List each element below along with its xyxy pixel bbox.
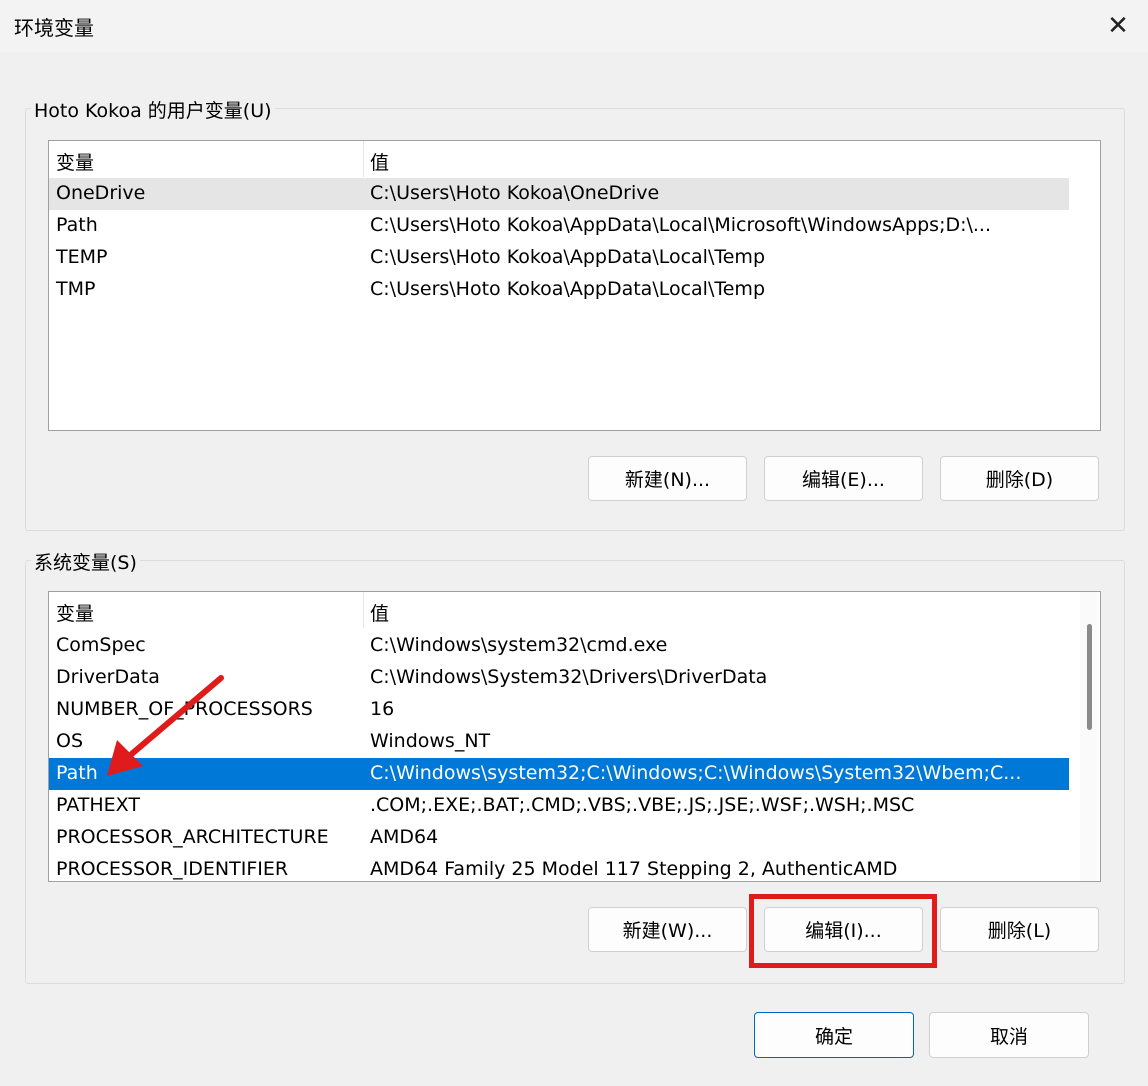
table-row[interactable]: OneDrive C:\Users\Hoto Kokoa\OneDrive [49,178,1069,210]
system-vars-label: 系统变量(S) [31,548,140,575]
annotation-highlight-box [749,894,937,968]
title-bar: 环境变量 ✕ [0,0,1148,52]
var-value: C:\Windows\System32\Drivers\DriverData [370,666,768,688]
var-name: PROCESSOR_ARCHITECTURE [56,826,329,848]
col-header-name[interactable]: 变量 [56,148,94,175]
table-row[interactable]: ComSpec C:\Windows\system32\cmd.exe [49,630,1069,662]
var-value: C:\Users\Hoto Kokoa\AppData\Local\Temp [370,278,766,300]
var-name: ComSpec [56,634,146,656]
system-vars-header: 变量 值 [49,592,1069,628]
col-header-name[interactable]: 变量 [56,599,94,626]
var-value: C:\Windows\system32\cmd.exe [370,634,668,656]
var-name: Path [56,762,98,784]
var-value: C:\Users\Hoto Kokoa\AppData\Local\Temp [370,246,766,268]
var-value: C:\Windows\system32;C:\Windows;C:\Window… [370,762,1022,784]
var-name: TEMP [56,246,108,268]
table-row[interactable]: TEMP C:\Users\Hoto Kokoa\AppData\Local\T… [49,242,1069,274]
user-new-button[interactable]: 新建(N)... [588,456,747,501]
user-delete-button[interactable]: 删除(D) [940,456,1099,501]
var-value: AMD64 [370,826,439,848]
user-edit-button[interactable]: 编辑(E)... [764,456,923,501]
var-value: C:\Users\Hoto Kokoa\OneDrive [370,182,660,204]
var-value: C:\Users\Hoto Kokoa\AppData\Local\Micros… [370,214,992,236]
annotation-arrow-icon [107,675,224,776]
system-delete-button[interactable]: 删除(L) [940,907,1099,952]
column-divider[interactable] [363,592,364,628]
window-title: 环境变量 [14,16,94,40]
var-name: Path [56,214,98,236]
table-row[interactable]: Path C:\Users\Hoto Kokoa\AppData\Local\M… [49,210,1069,242]
table-row[interactable]: PATHEXT .COM;.EXE;.BAT;.CMD;.VBS;.VBE;.J… [49,790,1069,822]
var-name: TMP [56,278,96,300]
table-row[interactable]: TMP C:\Users\Hoto Kokoa\AppData\Local\Te… [49,274,1069,306]
column-divider[interactable] [363,141,364,177]
var-value: AMD64 Family 25 Model 117 Stepping 2, Au… [370,858,898,880]
var-name: PATHEXT [56,794,140,816]
var-value: 16 [370,698,395,720]
table-row[interactable]: PROCESSOR_ARCHITECTURE AMD64 [49,822,1069,854]
user-vars-header: 变量 值 [49,141,1069,177]
scrollbar-thumb[interactable] [1087,624,1092,730]
system-new-button[interactable]: 新建(W)... [588,907,747,952]
var-name: OneDrive [56,182,146,204]
col-header-value[interactable]: 值 [370,599,389,626]
var-name: PROCESSOR_IDENTIFIER [56,858,289,880]
user-vars-label: Hoto Kokoa 的用户变量(U) [31,96,275,123]
user-vars-list[interactable]: 变量 值 OneDrive C:\Users\Hoto Kokoa\OneDri… [48,140,1101,431]
close-icon[interactable]: ✕ [1098,6,1138,46]
var-value: .COM;.EXE;.BAT;.CMD;.VBS;.VBE;.JS;.JSE;.… [370,794,915,816]
table-row[interactable]: PROCESSOR_IDENTIFIER AMD64 Family 25 Mod… [49,854,1069,881]
vertical-scrollbar[interactable] [1080,592,1098,881]
cancel-button[interactable]: 取消 [929,1012,1089,1058]
ok-button[interactable]: 确定 [754,1012,914,1058]
var-value: Windows_NT [370,730,491,752]
var-name: OS [56,730,84,752]
col-header-value[interactable]: 值 [370,148,389,175]
